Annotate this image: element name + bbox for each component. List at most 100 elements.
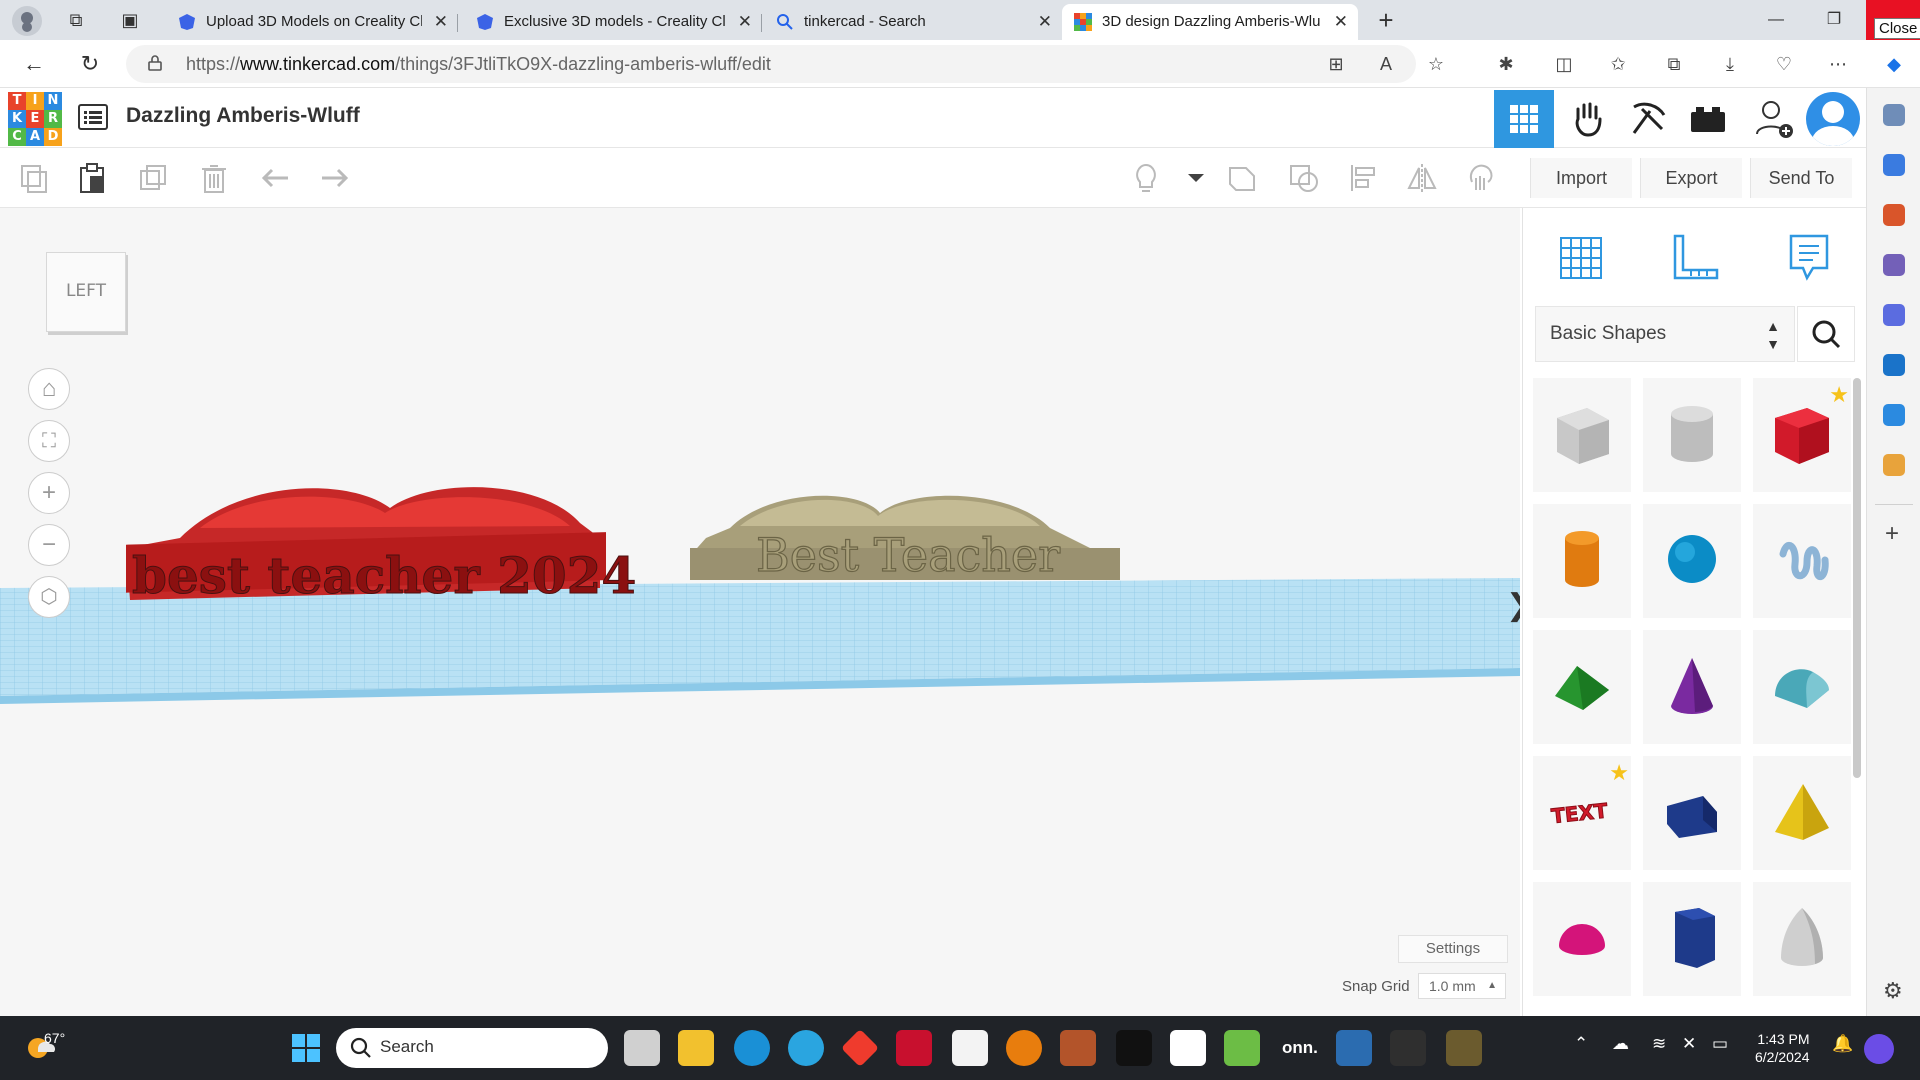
- panel-collapse-icon[interactable]: ❯: [1506, 588, 1520, 624]
- panel-scrollbar[interactable]: [1853, 378, 1861, 778]
- game-app-icon[interactable]: [1060, 1030, 1096, 1066]
- workplane-grid-icon[interactable]: [1551, 228, 1611, 288]
- cruise-icon[interactable]: [1466, 162, 1498, 194]
- app-icon[interactable]: [1336, 1030, 1372, 1066]
- home-view-button[interactable]: ⌂: [28, 368, 70, 410]
- tab-tinkercad-search[interactable]: tinkercad - Search ✕: [764, 4, 1062, 40]
- shape-sphere[interactable]: [1643, 504, 1741, 618]
- shape-round-roof[interactable]: [1753, 630, 1851, 744]
- view-cube[interactable]: LEFT: [46, 252, 126, 332]
- group-icon[interactable]: [1226, 162, 1258, 194]
- browser-essentials-icon[interactable]: ♡: [1772, 52, 1796, 76]
- url-field[interactable]: https://www.tinkercad.com/things/3FJtliT…: [126, 45, 1416, 83]
- taskbar-search[interactable]: Search: [336, 1028, 608, 1068]
- sidebar-shopping-icon[interactable]: [1883, 154, 1905, 176]
- shape-scribble[interactable]: [1753, 504, 1851, 618]
- bricks-button[interactable]: [1678, 90, 1738, 148]
- tab-close-icon[interactable]: ✕: [434, 4, 448, 40]
- tab-close-icon[interactable]: ✕: [738, 4, 752, 40]
- design-menu-icon[interactable]: [78, 104, 108, 130]
- shape-roof[interactable]: [1533, 630, 1631, 744]
- import-button[interactable]: Import: [1530, 158, 1632, 198]
- new-tab-button[interactable]: +: [1374, 7, 1398, 33]
- onn-app-icon[interactable]: onn.: [1282, 1038, 1318, 1058]
- minimize-icon[interactable]: —: [1748, 0, 1804, 40]
- shape-library-select[interactable]: Basic Shapes ▲ ▼: [1535, 306, 1795, 362]
- back-icon[interactable]: ←: [20, 50, 48, 78]
- shape-cone[interactable]: [1643, 630, 1741, 744]
- tab-close-icon[interactable]: ✕: [1038, 4, 1052, 40]
- volume-muted-icon[interactable]: ✕: [1682, 1034, 1696, 1054]
- undo-icon[interactable]: [260, 162, 292, 194]
- copilot-icon[interactable]: ◆: [1882, 52, 1906, 76]
- snap-grid-select[interactable]: 1.0 mm ▲: [1418, 973, 1506, 999]
- sidebar-games-icon[interactable]: [1883, 254, 1905, 276]
- file-explorer-icon[interactable]: [678, 1030, 714, 1066]
- help-icon[interactable]: [788, 1030, 824, 1066]
- restore-icon[interactable]: ❐: [1806, 0, 1862, 40]
- sidebar-outlook-icon[interactable]: [1883, 354, 1905, 376]
- dropdown-arrow-icon[interactable]: [1180, 162, 1204, 194]
- epic-games-icon[interactable]: [1116, 1030, 1152, 1066]
- shape-box[interactable]: ★: [1753, 378, 1851, 492]
- redo-icon[interactable]: [318, 162, 350, 194]
- tab-tinkercad-design[interactable]: 3D design Dazzling Amberis-Wlu ✕: [1062, 4, 1358, 40]
- shape-wedge[interactable]: [1643, 756, 1741, 870]
- sim-lab-button[interactable]: [1558, 90, 1618, 148]
- ungroup-icon[interactable]: [1288, 162, 1320, 194]
- shape-polygon[interactable]: [1643, 882, 1741, 996]
- anydesk-icon[interactable]: [840, 1028, 880, 1068]
- fit-view-button[interactable]: ⛶: [28, 420, 70, 462]
- taskbar-clock[interactable]: 1:43 PM 6/2/2024: [1755, 1030, 1810, 1066]
- tinkercad-logo[interactable]: TINKERCAD: [8, 92, 62, 146]
- delete-icon[interactable]: [198, 162, 230, 194]
- mirror-icon[interactable]: [1406, 162, 1438, 194]
- sidebar-copilot-icon[interactable]: [1883, 304, 1905, 326]
- tab-close-icon[interactable]: ✕: [1334, 4, 1348, 40]
- split-screen-icon[interactable]: ◫: [1552, 52, 1576, 76]
- export-button[interactable]: Export: [1640, 158, 1742, 198]
- align-icon[interactable]: [1348, 162, 1380, 194]
- sidebar-add-icon[interactable]: +: [1885, 520, 1899, 548]
- wifi-icon[interactable]: ≋: [1652, 1034, 1666, 1054]
- sidebar-tools-icon[interactable]: [1883, 204, 1905, 226]
- tab-actions-icon[interactable]: ▣: [118, 8, 142, 32]
- shape-search-button[interactable]: [1797, 306, 1855, 362]
- bluestacks-icon[interactable]: [1224, 1030, 1260, 1066]
- tan-text-model[interactable]: Best Teacher: [690, 495, 1120, 583]
- notepad-icon[interactable]: [1170, 1030, 1206, 1066]
- collections-icon[interactable]: ⧉: [1662, 52, 1686, 76]
- extensions-icon[interactable]: ✱: [1494, 52, 1518, 76]
- shape-box-hole[interactable]: [1533, 378, 1631, 492]
- shape-cylinder[interactable]: [1533, 504, 1631, 618]
- ortho-view-button[interactable]: ⬡: [28, 576, 70, 618]
- sidebar-search-icon[interactable]: [1883, 104, 1905, 126]
- show-hidden-icons[interactable]: ⌃: [1574, 1034, 1588, 1054]
- windows-start-icon[interactable]: [288, 1030, 324, 1066]
- tab-creality-exclusive[interactable]: Exclusive 3D models - Creality Cl ✕: [464, 4, 762, 40]
- mcafee-icon[interactable]: [896, 1030, 932, 1066]
- sidebar-send-icon[interactable]: [1883, 404, 1905, 426]
- red-text-model[interactable]: best teacher 2024: [126, 487, 637, 606]
- blocks-button[interactable]: [1618, 90, 1678, 148]
- edge-icon[interactable]: [734, 1030, 770, 1066]
- duplicate-icon[interactable]: [138, 162, 170, 194]
- notes-icon[interactable]: [1779, 228, 1839, 288]
- read-aloud-icon[interactable]: A: [1374, 52, 1398, 76]
- onedrive-icon[interactable]: ☁: [1612, 1034, 1629, 1054]
- copy-icon[interactable]: [18, 162, 50, 194]
- tab-creality-upload[interactable]: Upload 3D Models on Creality Cl ✕: [166, 4, 458, 40]
- profile-icon[interactable]: [12, 6, 42, 36]
- green-arrow-app-icon[interactable]: [1390, 1030, 1426, 1066]
- paste-icon[interactable]: [76, 162, 108, 194]
- blender-icon[interactable]: [1006, 1030, 1042, 1066]
- app-available-icon[interactable]: ⊞: [1324, 52, 1348, 76]
- sidebar-tinkercad-icon[interactable]: [1883, 454, 1905, 476]
- shape-pyramid[interactable]: [1753, 756, 1851, 870]
- workspaces-icon[interactable]: ⧉: [64, 8, 88, 32]
- settings-button[interactable]: Settings: [1398, 935, 1508, 963]
- copilot-taskbar-icon[interactable]: [1864, 1034, 1894, 1064]
- design-title[interactable]: Dazzling Amberis-Wluff: [126, 104, 360, 128]
- sidebar-settings-gear-icon[interactable]: ⚙: [1883, 978, 1903, 1004]
- ruler-icon[interactable]: [1663, 228, 1723, 288]
